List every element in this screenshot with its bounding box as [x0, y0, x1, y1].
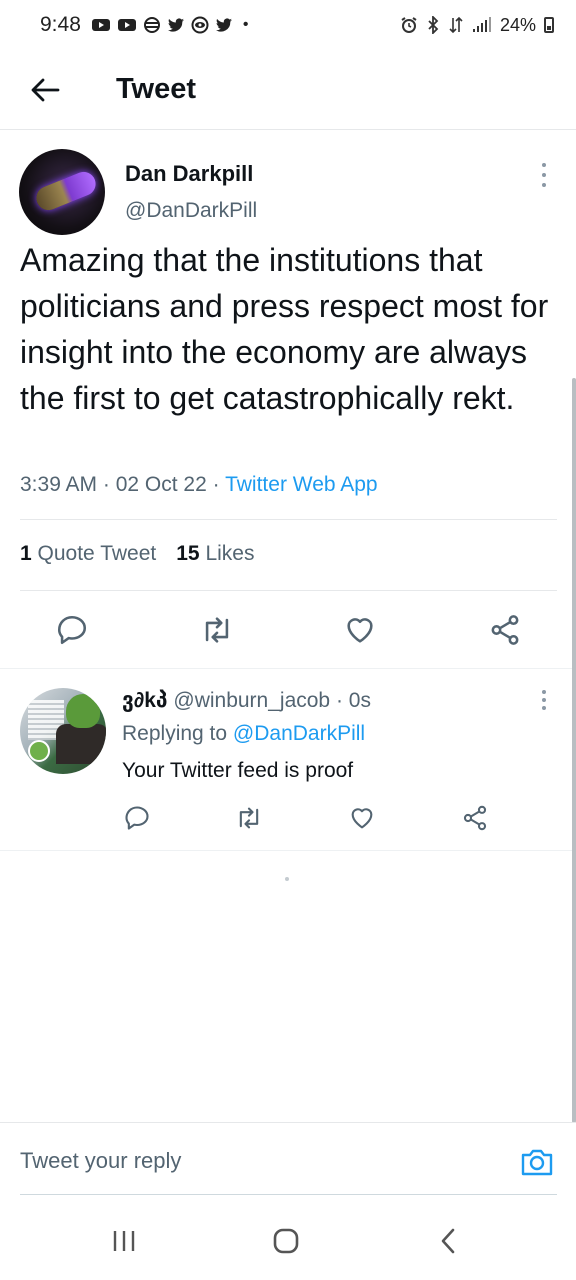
eye-icon	[191, 16, 209, 34]
battery-icon	[544, 17, 554, 33]
reply-age: 0s	[348, 689, 371, 712]
reply-retweet-button[interactable]	[232, 801, 266, 835]
more-notifications-dot-icon: •	[242, 16, 249, 33]
author-name[interactable]: Dan Darkpill	[125, 161, 253, 187]
reply-input[interactable]	[20, 1141, 500, 1181]
tweet-stats: 1 Quote Tweet 15 Likes	[20, 542, 254, 566]
bluetooth-icon	[428, 16, 439, 34]
alarm-icon	[401, 17, 417, 33]
recent-apps-button[interactable]	[104, 1226, 144, 1256]
tor-icon	[143, 17, 160, 33]
reply-like-button[interactable]	[345, 801, 379, 835]
more-options-button[interactable]	[538, 163, 550, 187]
retweet-button[interactable]	[197, 610, 237, 650]
divider	[20, 519, 557, 520]
meta-separator: ·	[102, 473, 116, 496]
meme-pepe-image	[28, 740, 50, 762]
likes-label: Likes	[205, 542, 255, 565]
top-app-bar: Tweet	[0, 50, 576, 130]
main-tweet: Dan Darkpill @DanDarkPill	[0, 131, 576, 236]
likes-stat[interactable]: 15 Likes	[176, 542, 254, 566]
like-button[interactable]	[340, 610, 380, 650]
retweet-icon	[239, 807, 259, 829]
share-icon	[491, 615, 519, 645]
divider	[20, 590, 557, 591]
divider	[0, 850, 576, 851]
dot-icon	[542, 173, 546, 177]
arrow-left-icon	[31, 78, 60, 101]
pill-image	[32, 168, 100, 214]
dot-icon	[542, 706, 546, 710]
reply-reply-button[interactable]	[120, 801, 154, 835]
avatar[interactable]	[20, 688, 106, 774]
dot-icon	[542, 698, 546, 702]
recents-icon	[113, 1231, 135, 1251]
tweet-date: 02 Oct 22	[115, 473, 207, 496]
status-bar: 9:48 • 24%	[0, 0, 576, 50]
meta-separator: ·	[212, 473, 226, 496]
dot-icon	[542, 163, 546, 167]
tweet-meta: 3:39 AM · 02 Oct 22 · Twitter Web App	[20, 473, 378, 497]
meme-frog-image	[66, 694, 100, 728]
scrollbar[interactable]	[572, 378, 576, 1123]
youtube-icon	[91, 19, 110, 31]
avatar[interactable]	[19, 149, 105, 235]
replying-to-label: Replying to	[122, 722, 228, 745]
dot-icon	[542, 690, 546, 694]
retweet-icon	[205, 617, 229, 643]
meta-separator: ·	[335, 689, 349, 712]
author-handle[interactable]: @DanDarkPill	[125, 199, 257, 223]
comment-icon	[57, 615, 87, 645]
camera-icon	[521, 1149, 553, 1176]
twitter-icon	[167, 18, 184, 32]
heart-icon	[351, 808, 373, 829]
page-title: Tweet	[116, 73, 197, 105]
reply-button[interactable]	[52, 610, 92, 650]
loading-indicator	[285, 877, 289, 881]
tweet-source-link[interactable]: Twitter Web App	[225, 473, 378, 496]
reply-author-name[interactable]: ვ∂kპ	[122, 689, 168, 712]
chevron-left-icon	[441, 1228, 455, 1254]
reply-tweet[interactable]: ვ∂kპ @winburn_jacob · 0s Replying to @Da…	[0, 668, 576, 850]
reply-header: ვ∂kპ @winburn_jacob · 0s	[122, 688, 371, 713]
home-button[interactable]	[266, 1226, 306, 1256]
reply-author-handle[interactable]: @winburn_jacob	[173, 689, 330, 712]
reply-more-options-button[interactable]	[538, 690, 550, 710]
dot-icon	[542, 183, 546, 187]
reply-text: Your Twitter feed is proof	[122, 759, 354, 782]
composer-underline	[20, 1194, 557, 1195]
system-status: 24%	[400, 15, 554, 36]
comment-icon	[125, 806, 149, 830]
back-button[interactable]	[0, 50, 90, 130]
notification-icons: •	[91, 16, 249, 34]
replying-to: Replying to @DanDarkPill	[122, 722, 365, 746]
reply-share-button[interactable]	[458, 801, 492, 835]
heart-icon	[347, 618, 373, 643]
home-icon	[273, 1228, 299, 1254]
data-transfer-icon	[449, 16, 463, 34]
tweet-actions	[0, 610, 576, 662]
tweet-time: 3:39 AM	[20, 473, 98, 496]
tweet-text: Amazing that the institutions that polit…	[20, 242, 549, 416]
meme-robe-image	[56, 724, 106, 764]
battery-percent: 24%	[499, 14, 536, 35]
quote-tweets-stat[interactable]: 1 Quote Tweet	[20, 542, 156, 566]
signal-icon	[472, 17, 491, 32]
system-navigation-bar	[0, 1196, 576, 1280]
quote-label: Quote Tweet	[37, 542, 157, 565]
reply-composer	[0, 1122, 576, 1196]
camera-button[interactable]	[520, 1145, 554, 1179]
replying-to-mention[interactable]: @DanDarkPill	[233, 722, 365, 745]
quote-count: 1	[20, 542, 32, 565]
status-time: 9:48	[40, 13, 81, 36]
share-icon	[463, 805, 487, 831]
youtube-icon	[117, 19, 136, 31]
tweet-author-row: Dan Darkpill @DanDarkPill	[0, 131, 576, 236]
like-count: 15	[176, 542, 200, 565]
twitter-icon	[215, 18, 232, 32]
share-button[interactable]	[485, 610, 525, 650]
system-back-button[interactable]	[428, 1226, 468, 1256]
